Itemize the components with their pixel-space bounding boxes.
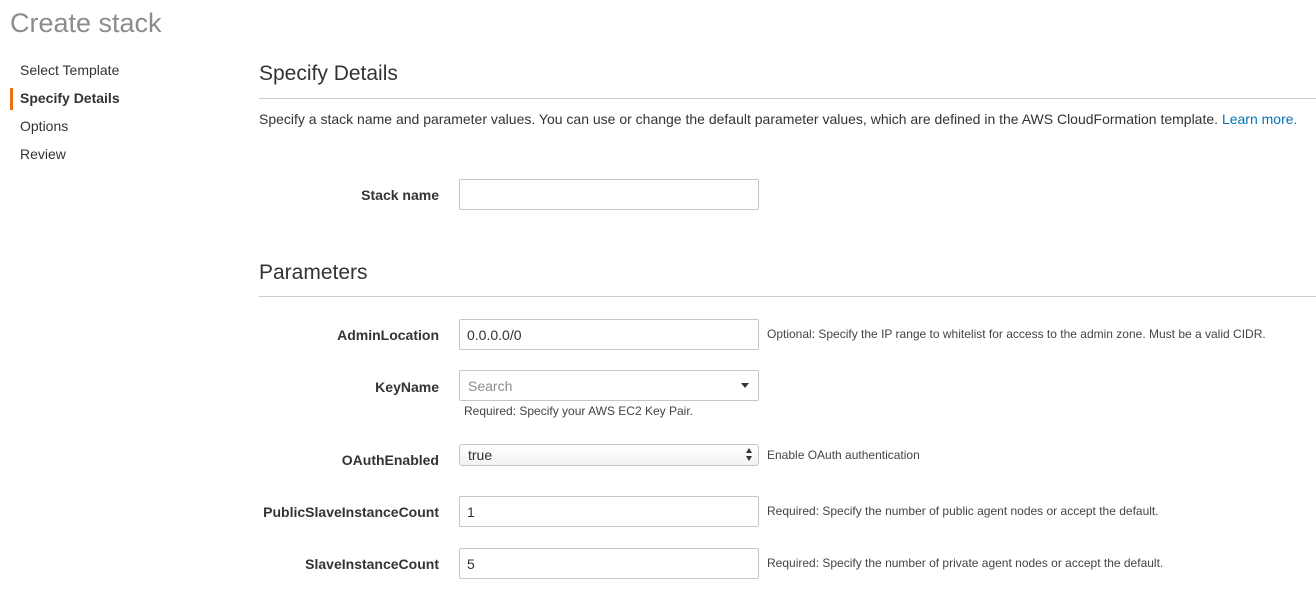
caret-down-icon[interactable]: [741, 383, 749, 388]
slave-count-label: SlaveInstanceCount: [305, 556, 439, 572]
page-title: Create stack: [10, 8, 162, 38]
section-title-details: Specify Details: [259, 62, 398, 85]
admin-location-help: Optional: Specify the IP range to whitel…: [767, 327, 1266, 341]
updown-arrows-icon: [746, 448, 754, 462]
public-slave-count-label: PublicSlaveInstanceCount: [263, 504, 439, 520]
intro-text: Specify a stack name and parameter value…: [259, 111, 1219, 127]
learn-more-link[interactable]: Learn more.: [1222, 111, 1297, 127]
slave-count-input[interactable]: [459, 548, 759, 579]
wizard-step-review[interactable]: Review: [10, 142, 210, 170]
public-slave-count-input[interactable]: [459, 496, 759, 527]
wizard-step-specify-details[interactable]: Specify Details: [10, 86, 210, 114]
key-name-label: KeyName: [375, 379, 439, 395]
public-slave-count-help: Required: Specify the number of public a…: [767, 504, 1159, 518]
stack-name-input[interactable]: [459, 179, 759, 210]
wizard-nav: Select Template Specify Details Options …: [10, 58, 210, 170]
oauth-enabled-value: true: [468, 447, 493, 463]
wizard-step-select-template[interactable]: Select Template: [10, 58, 210, 86]
section-divider: [259, 98, 1316, 99]
section-divider: [259, 296, 1316, 297]
stack-name-label: Stack name: [361, 187, 439, 203]
key-name-help: Required: Specify your AWS EC2 Key Pair.: [464, 404, 693, 418]
oauth-enabled-select[interactable]: true: [459, 444, 759, 466]
key-name-search-input[interactable]: [466, 371, 720, 400]
slave-count-help: Required: Specify the number of private …: [767, 556, 1164, 570]
key-name-combobox[interactable]: [459, 370, 759, 401]
details-intro: Specify a stack name and parameter value…: [259, 110, 1297, 128]
page: Create stack Select Template Specify Det…: [0, 0, 1316, 603]
oauth-enabled-help: Enable OAuth authentication: [767, 448, 920, 462]
oauth-enabled-label: OAuthEnabled: [341, 452, 439, 468]
admin-location-label: AdminLocation: [337, 327, 439, 343]
section-title-parameters: Parameters: [259, 261, 368, 284]
admin-location-input[interactable]: [459, 319, 759, 350]
wizard-step-options[interactable]: Options: [10, 114, 210, 142]
